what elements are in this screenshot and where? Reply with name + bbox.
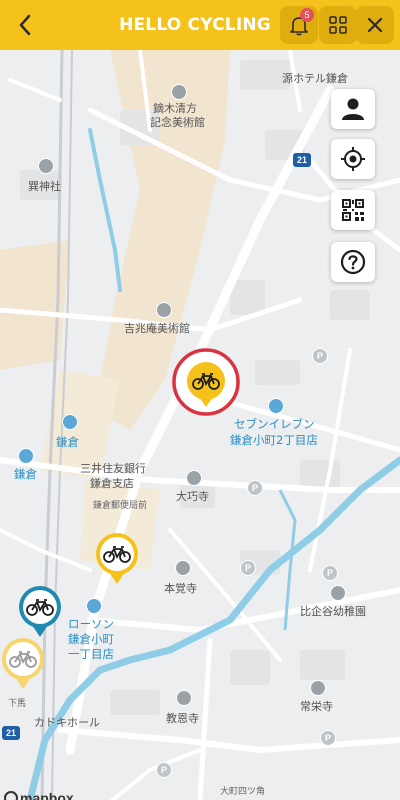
parking-icon-3: P	[240, 560, 256, 576]
menu-grid-button[interactable]	[319, 6, 357, 44]
label-station: 鎌倉	[56, 435, 79, 449]
temple-icon	[186, 470, 202, 486]
chevron-left-icon	[19, 14, 31, 36]
bike-station-pin[interactable]	[94, 532, 140, 590]
label-kindergarten: 比企谷幼稚園	[300, 605, 366, 618]
label-joeiji: 常栄寺	[300, 700, 333, 713]
parking-icon-6: P	[320, 730, 336, 746]
close-icon	[367, 17, 383, 33]
shrine-icon	[38, 158, 54, 174]
bike-station-pin-faded[interactable]	[0, 637, 46, 695]
label-lawson-2: 鎌倉小町	[68, 632, 114, 646]
crosshair-icon	[341, 147, 365, 171]
qr-code-icon	[342, 199, 364, 221]
qr-scan-button[interactable]	[331, 190, 375, 230]
bike-pin-teal-graphic	[19, 586, 61, 637]
bike-pin-graphic	[96, 533, 138, 584]
temple-icon-3	[310, 680, 326, 696]
label-museum-kaburaki-2: 記念美術館	[150, 116, 205, 129]
route-shield: 21	[293, 153, 311, 167]
label-lawson: ローソン	[68, 617, 114, 631]
label-seven-eleven: セブンイレブン	[234, 417, 315, 431]
museum-icon-2	[156, 302, 172, 318]
label-station-2: 鎌倉	[14, 467, 37, 481]
mapbox-text: mapbox	[20, 790, 74, 800]
convenience-store-icon-2	[86, 598, 102, 614]
label-shrine: 巽神社	[28, 180, 61, 193]
kindergarten-icon	[330, 585, 346, 601]
temple-icon-4	[176, 690, 192, 706]
label-kicchoan: 吉兆庵美術館	[124, 322, 190, 335]
app-header: HELLO CYCLING 5	[0, 0, 400, 50]
route-shield-2: 21	[2, 726, 20, 740]
mapbox-logo: mapbox	[4, 790, 74, 800]
museum-icon	[171, 84, 187, 100]
temple-icon-2	[175, 560, 191, 576]
parking-icon-4: P	[322, 565, 338, 581]
help-button[interactable]	[331, 242, 375, 282]
station-icon	[62, 414, 78, 430]
label-kadoki-hall: カドキホール	[34, 716, 100, 729]
close-button[interactable]	[356, 6, 394, 44]
label-omachi: 大町四ツ角	[220, 787, 266, 797]
app-title: HELLO CYCLING	[119, 15, 271, 35]
bike-station-pin-selected[interactable]	[171, 347, 241, 421]
parking-icon: P	[312, 348, 328, 364]
label-bank: 三井住友銀行	[80, 462, 146, 475]
label-daigyoji: 大巧寺	[176, 490, 209, 503]
locate-button[interactable]	[331, 139, 375, 179]
label-shimouma: 下馬	[8, 699, 27, 709]
label-post-office: 鎌倉郵便局前	[93, 501, 148, 511]
bike-pin-faded-graphic	[2, 638, 44, 689]
convenience-store-icon	[268, 398, 284, 414]
station-icon-2	[18, 448, 34, 464]
profile-button[interactable]	[331, 89, 375, 129]
label-seven-eleven-branch: 鎌倉小町2丁目店	[230, 433, 318, 447]
label-hongakuji: 本覚寺	[164, 582, 197, 595]
notification-badge: 5	[300, 8, 314, 22]
mapbox-icon	[4, 791, 18, 800]
grid-icon	[329, 16, 347, 34]
label-bank-branch: 鎌倉支店	[90, 477, 134, 490]
label-hotel: 源ホテル鎌倉	[282, 72, 348, 85]
person-icon	[342, 98, 364, 120]
label-lawson-3: 一丁目店	[68, 647, 114, 661]
bike-pin-selected-graphic	[172, 348, 240, 416]
help-icon	[340, 249, 366, 275]
notifications-button[interactable]: 5	[280, 6, 318, 44]
bike-station-pin-teal[interactable]	[17, 585, 63, 643]
back-button[interactable]	[10, 10, 40, 40]
label-kyoonji: 教恩寺	[166, 712, 199, 725]
parking-icon-5: P	[156, 762, 172, 778]
parking-icon-2: P	[247, 480, 263, 496]
